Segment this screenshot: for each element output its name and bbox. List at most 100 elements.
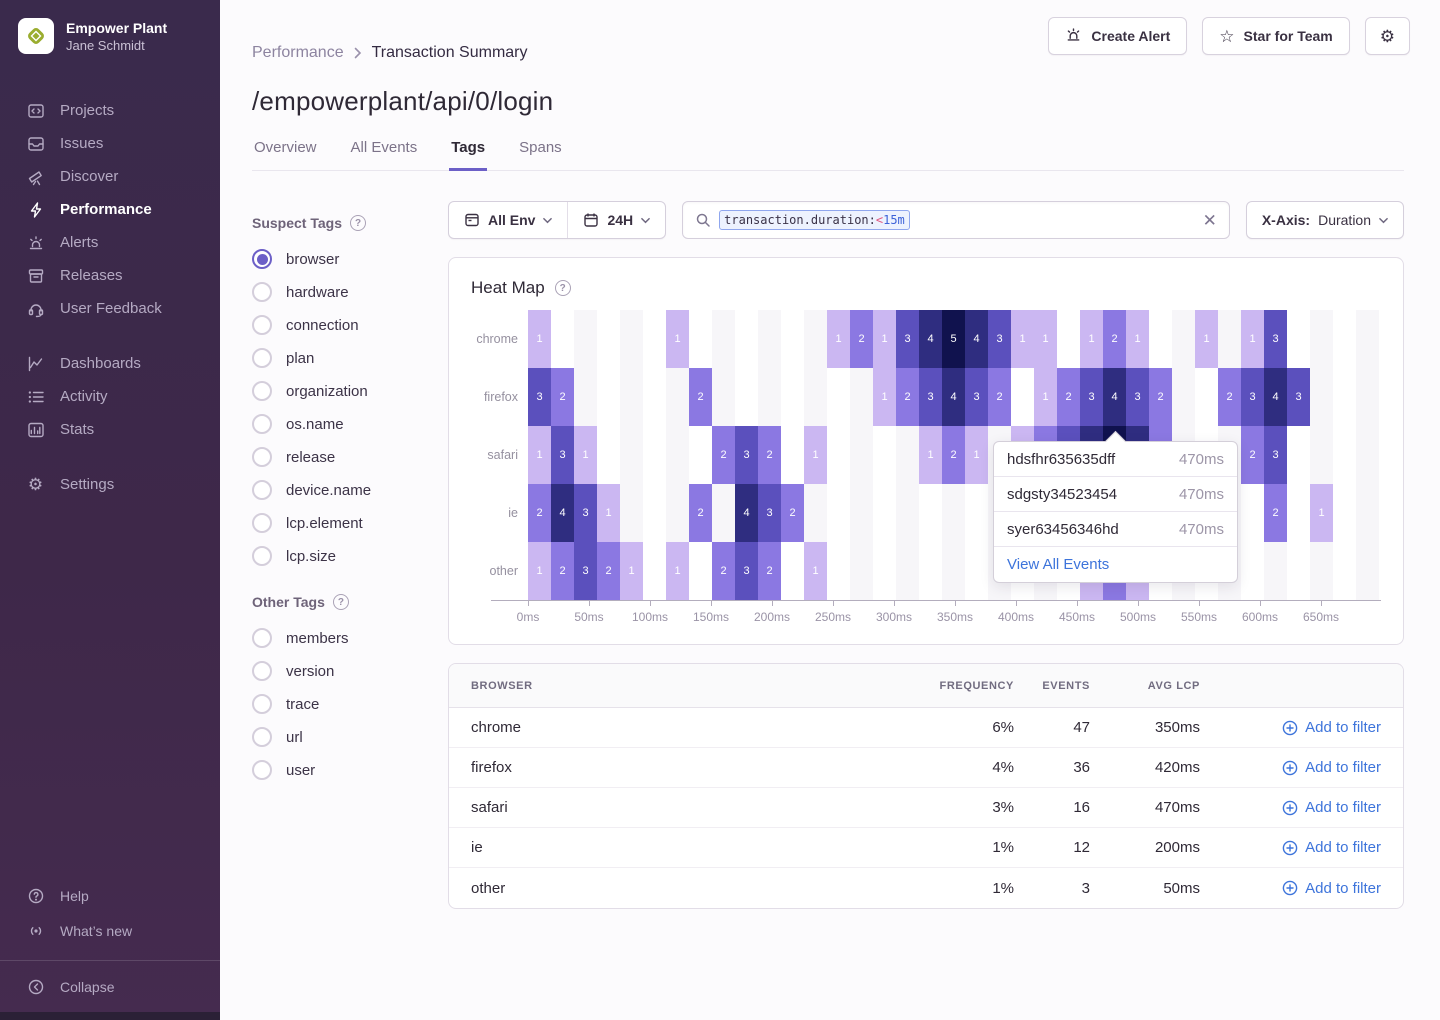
heatmap-cell[interactable] (666, 368, 689, 426)
environment-selector[interactable]: All Env (449, 202, 567, 238)
sidebar-item-performance[interactable]: Performance (0, 193, 220, 226)
heatmap-cell[interactable] (643, 310, 666, 368)
tag-radio-hardware[interactable]: hardware (252, 282, 448, 302)
heatmap-cell[interactable] (1310, 542, 1333, 600)
heatmap-cell[interactable] (781, 310, 804, 368)
heatmap-cell[interactable] (597, 426, 620, 484)
heatmap-cell[interactable] (1195, 368, 1218, 426)
help-icon[interactable]: ? (555, 280, 571, 296)
sidebar-item-help[interactable]: Help (0, 878, 220, 913)
clear-search-icon[interactable]: ✕ (1203, 212, 1217, 229)
heatmap-cell[interactable] (597, 368, 620, 426)
heatmap-cell[interactable]: 2 (758, 426, 781, 484)
heatmap-cell[interactable] (1011, 368, 1034, 426)
heatmap-cell[interactable]: 3 (735, 426, 758, 484)
radio-button[interactable] (252, 546, 272, 566)
heatmap-cell[interactable] (873, 426, 896, 484)
heatmap-cell[interactable] (597, 310, 620, 368)
date-range-selector[interactable]: 24H (568, 202, 665, 238)
heatmap-cell[interactable]: 2 (712, 542, 735, 600)
heatmap-cell[interactable]: 1 (804, 542, 827, 600)
heatmap-cell[interactable] (689, 426, 712, 484)
heatmap-cell[interactable]: 1 (965, 426, 988, 484)
heatmap-cell[interactable]: 3 (1080, 368, 1103, 426)
heatmap-cell[interactable]: 1 (1310, 484, 1333, 542)
heatmap-cell[interactable]: 5 (942, 310, 965, 368)
sidebar-item-what-s-new[interactable]: What’s new (0, 913, 220, 948)
heatmap-cell[interactable]: 2 (758, 542, 781, 600)
tab-spans[interactable]: Spans (517, 139, 564, 170)
radio-button[interactable] (252, 249, 272, 269)
heatmap-cell[interactable]: 3 (1241, 368, 1264, 426)
heatmap-cell[interactable]: 1 (1080, 310, 1103, 368)
heatmap-cell[interactable] (689, 542, 712, 600)
help-icon[interactable]: ? (333, 594, 349, 610)
heatmap-cell[interactable] (804, 484, 827, 542)
heatmap-cell[interactable] (712, 368, 735, 426)
add-to-filter-link[interactable]: Add to filter (1200, 759, 1381, 776)
heatmap-cell[interactable]: 3 (988, 310, 1011, 368)
heatmap-cell[interactable] (965, 484, 988, 542)
heatmap-cell[interactable]: 3 (735, 542, 758, 600)
tag-radio-version[interactable]: version (252, 661, 448, 681)
heatmap-cell[interactable]: 4 (735, 484, 758, 542)
add-to-filter-link[interactable]: Add to filter (1200, 839, 1381, 856)
radio-button[interactable] (252, 348, 272, 368)
tag-radio-organization[interactable]: organization (252, 381, 448, 401)
heatmap-cell[interactable] (1287, 426, 1310, 484)
radio-button[interactable] (252, 661, 272, 681)
heatmap-cell[interactable]: 3 (574, 542, 597, 600)
sidebar-item-discover[interactable]: Discover (0, 160, 220, 193)
heatmap-cell[interactable] (1264, 542, 1287, 600)
heatmap-cell[interactable] (1172, 310, 1195, 368)
heatmap-cell[interactable]: 4 (919, 310, 942, 368)
heatmap-cell[interactable] (712, 484, 735, 542)
heatmap-cell[interactable]: 2 (1264, 484, 1287, 542)
star-for-team-button[interactable]: ☆ Star for Team (1202, 17, 1349, 55)
heatmap-cell[interactable]: 2 (896, 368, 919, 426)
sidebar-item-projects[interactable]: Projects (0, 94, 220, 127)
heatmap-cell[interactable] (827, 426, 850, 484)
heatmap-cell[interactable]: 2 (942, 426, 965, 484)
breadcrumb-performance[interactable]: Performance (252, 44, 344, 62)
tag-radio-trace[interactable]: trace (252, 694, 448, 714)
heatmap-cell[interactable] (1356, 310, 1379, 368)
heatmap-cell[interactable] (1218, 310, 1241, 368)
heatmap-cell[interactable]: 1 (666, 542, 689, 600)
heatmap-cell[interactable]: 2 (1241, 426, 1264, 484)
xaxis-selector[interactable]: X-Axis: Duration (1246, 201, 1404, 239)
heatmap-cell[interactable] (1310, 426, 1333, 484)
heatmap-cell[interactable]: 2 (1218, 368, 1241, 426)
radio-button[interactable] (252, 414, 272, 434)
heatmap-cell[interactable] (1356, 426, 1379, 484)
heatmap-cell[interactable] (712, 310, 735, 368)
heatmap-cell[interactable]: 1 (666, 310, 689, 368)
radio-button[interactable] (252, 315, 272, 335)
org-switcher[interactable]: Empower Plant Jane Schmidt (0, 0, 220, 72)
radio-button[interactable] (252, 694, 272, 714)
heatmap-cell[interactable] (735, 310, 758, 368)
heatmap-cell[interactable] (551, 310, 574, 368)
heatmap-cell[interactable]: 4 (965, 310, 988, 368)
heatmap-cell[interactable] (1172, 368, 1195, 426)
sidebar-item-dashboards[interactable]: Dashboards (0, 347, 220, 380)
heatmap-cell[interactable] (919, 542, 942, 600)
heatmap-cell[interactable] (919, 484, 942, 542)
heatmap-cell[interactable]: 1 (574, 426, 597, 484)
sidebar-item-issues[interactable]: Issues (0, 127, 220, 160)
heatmap-cell[interactable]: 3 (1264, 310, 1287, 368)
tag-radio-os-name[interactable]: os.name (252, 414, 448, 434)
tag-radio-url[interactable]: url (252, 727, 448, 747)
tab-overview[interactable]: Overview (252, 139, 319, 170)
heatmap-cell[interactable] (781, 542, 804, 600)
heatmap-cell[interactable] (574, 368, 597, 426)
help-icon[interactable]: ? (350, 215, 366, 231)
heatmap-cell[interactable]: 3 (758, 484, 781, 542)
tag-radio-lcp-size[interactable]: lcp.size (252, 546, 448, 566)
heatmap-cell[interactable] (1356, 484, 1379, 542)
heatmap-cell[interactable] (1333, 426, 1356, 484)
heatmap-cell[interactable] (896, 426, 919, 484)
heatmap-cell[interactable] (735, 368, 758, 426)
heatmap-cell[interactable] (1149, 310, 1172, 368)
tag-radio-members[interactable]: members (252, 628, 448, 648)
